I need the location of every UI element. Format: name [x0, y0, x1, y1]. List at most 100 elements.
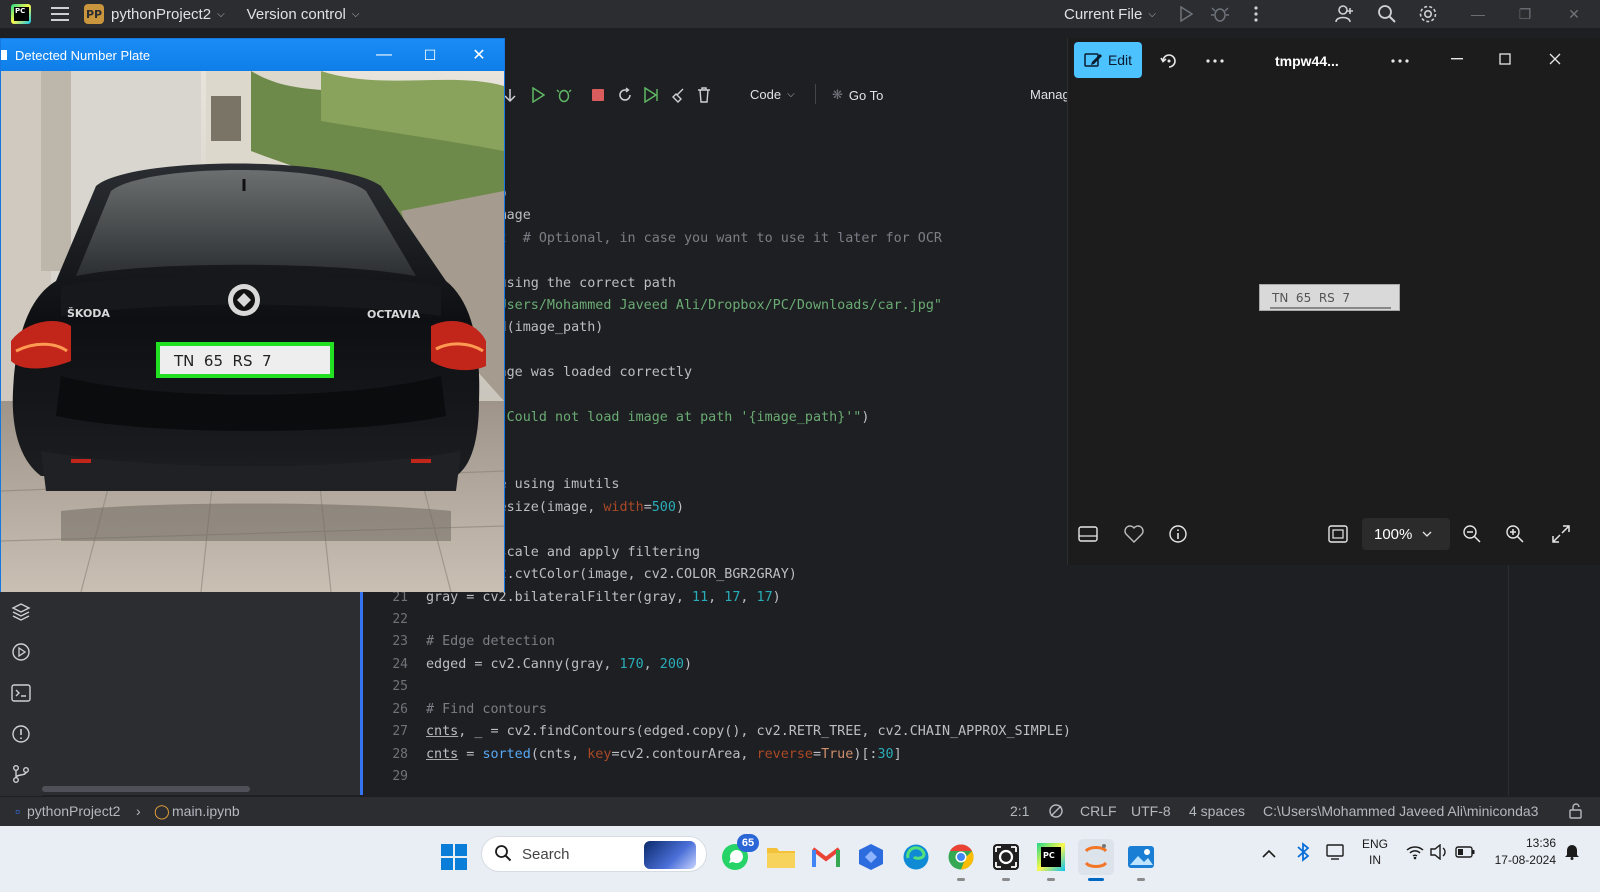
code-text[interactable]: cnts, _ = cv2.findContours(edged.copy(),… [426, 721, 1071, 743]
running-indicator [957, 878, 965, 881]
plate-window-titlebar[interactable]: Detected Number Plate — ☐ ✕ [1, 39, 504, 71]
edit-button[interactable]: Edit [1074, 42, 1142, 78]
run-cell-icon[interactable] [528, 85, 548, 105]
code-text[interactable]: cnts = sorted(cnts, key=cv2.contourArea,… [426, 744, 902, 766]
clear-outputs-icon[interactable] [668, 85, 688, 105]
python-interpreter[interactable]: C:\Users\Mohammed Javeed Ali\miniconda3 [1263, 803, 1538, 819]
toolbar-divider [815, 84, 816, 104]
main-menu-icon[interactable] [51, 7, 69, 21]
clock-time: 13:36 [1525, 836, 1556, 850]
close-icon[interactable] [1544, 48, 1566, 70]
run-config-label: Current File [1064, 5, 1143, 23]
volume-icon[interactable] [1430, 843, 1448, 863]
notification-bell-icon[interactable] [1564, 842, 1580, 863]
problems-icon[interactable] [11, 724, 31, 744]
more-horizontal-icon[interactable] [1389, 50, 1411, 72]
cursor-position[interactable]: 2:1 [1010, 803, 1029, 819]
debug-icon[interactable] [1210, 4, 1230, 24]
photos-app[interactable] [1123, 839, 1159, 881]
services-icon[interactable] [11, 642, 31, 662]
zoom-selector[interactable]: 100% [1362, 518, 1450, 550]
indent-setting[interactable]: 4 spaces [1189, 803, 1245, 819]
version-control-menu[interactable]: Version control ⌵ [247, 6, 360, 23]
line-separator[interactable]: CRLF [1080, 803, 1117, 819]
close-icon[interactable]: ✕ [1564, 4, 1584, 24]
fullscreen-icon[interactable] [1549, 522, 1573, 546]
stop-icon[interactable] [588, 85, 608, 105]
close-button[interactable]: ✕ [456, 39, 502, 71]
code-text[interactable]: # Find contours [426, 699, 547, 721]
delete-icon[interactable] [694, 85, 714, 105]
code-text[interactable]: # Edge detection [426, 631, 555, 653]
favorite-heart-icon[interactable] [1122, 522, 1146, 546]
gear-icon[interactable] [1418, 4, 1438, 24]
breadcrumb-separator-icon: › [136, 803, 141, 819]
cell-type-selector[interactable]: Code ⌵ [750, 87, 795, 102]
run-all-icon[interactable] [641, 85, 661, 105]
file-explorer-app[interactable] [763, 839, 799, 875]
maximize-icon[interactable] [1494, 48, 1516, 70]
photo-file-name: tmpw44... [1275, 53, 1339, 69]
run-config-selector[interactable]: Current File ⌵ [1064, 0, 1156, 28]
project-selector[interactable]: pythonProject2 ⌵ [111, 6, 225, 23]
project-panel-scrollbar[interactable] [42, 786, 250, 792]
show-hidden-icons[interactable] [1262, 846, 1276, 862]
active-indicator [1088, 878, 1104, 881]
debug-cell-icon[interactable] [554, 85, 574, 105]
edge-browser-app[interactable] [898, 839, 934, 875]
file-encoding[interactable]: UTF-8 [1131, 803, 1171, 819]
screenshot-app[interactable] [988, 839, 1024, 881]
search-icon[interactable] [1377, 4, 1397, 24]
gmail-app[interactable] [808, 839, 844, 875]
zoom-in-icon[interactable] [1503, 522, 1527, 546]
edit-image-icon [1084, 53, 1102, 67]
filmstrip-icon[interactable] [1076, 522, 1100, 546]
bluetooth-icon[interactable] [1296, 842, 1310, 865]
taskbar-search-box[interactable]: Search [481, 836, 707, 872]
code-text[interactable]: edged = cv2.Canny(gray, 170, 200) [426, 654, 692, 676]
panel-splitter[interactable] [360, 580, 363, 795]
restart-kernel-icon[interactable] [615, 85, 635, 105]
project-badge[interactable]: PP [84, 4, 104, 24]
notebook-icon: ◯ [154, 803, 170, 819]
jupyter-app[interactable] [1078, 839, 1114, 881]
breadcrumb-file[interactable]: main.ipynb [172, 803, 240, 819]
shield-app-icon[interactable] [853, 839, 889, 875]
minimize-icon[interactable]: — [1468, 4, 1488, 24]
zoom-out-icon[interactable] [1460, 522, 1484, 546]
restore-icon[interactable]: ❐ [1515, 4, 1535, 24]
git-branch-icon[interactable] [11, 764, 31, 784]
inspection-icon[interactable] [1048, 803, 1064, 822]
search-placeholder: Search [522, 845, 570, 863]
lock-icon[interactable] [1568, 803, 1584, 822]
version-control-label: Version control [246, 5, 346, 23]
status-bar: ▫ pythonProject2 › ◯ main.ipynb 2:1 CRLF… [0, 796, 1600, 826]
chrome-browser-app[interactable] [943, 839, 979, 881]
more-horizontal-icon[interactable] [1204, 50, 1226, 72]
goto-button[interactable]: ❋ Go To [832, 87, 883, 103]
breadcrumb-project[interactable]: pythonProject2 [27, 803, 120, 819]
add-user-icon[interactable] [1335, 4, 1355, 24]
maximize-button[interactable]: ☐ [407, 39, 453, 71]
display-icon[interactable] [1326, 844, 1344, 863]
rotate-icon[interactable] [1158, 50, 1180, 72]
whatsapp-app[interactable]: 65 [717, 834, 759, 875]
run-icon[interactable] [1176, 4, 1196, 24]
more-vertical-icon[interactable] [1246, 4, 1266, 24]
input-language[interactable]: ENG IN [1362, 836, 1388, 868]
layers-icon[interactable] [11, 602, 31, 622]
terminal-icon[interactable] [11, 683, 31, 703]
goto-label: Go To [848, 87, 884, 103]
wifi-icon[interactable] [1406, 844, 1424, 863]
info-icon[interactable] [1166, 522, 1190, 546]
clock[interactable]: 13:36 17-08-2024 [1490, 835, 1556, 869]
start-button[interactable] [436, 839, 472, 875]
battery-icon[interactable] [1455, 845, 1475, 861]
manage-link[interactable]: Manag [1030, 87, 1070, 102]
pycharm-app[interactable]: PC [1033, 839, 1069, 881]
fit-to-window-icon[interactable] [1326, 522, 1350, 546]
minimize-button[interactable]: — [361, 39, 407, 71]
minimize-icon[interactable] [1446, 48, 1468, 70]
line-number: 25 [392, 679, 408, 695]
cell-type-label: Code [750, 87, 782, 102]
